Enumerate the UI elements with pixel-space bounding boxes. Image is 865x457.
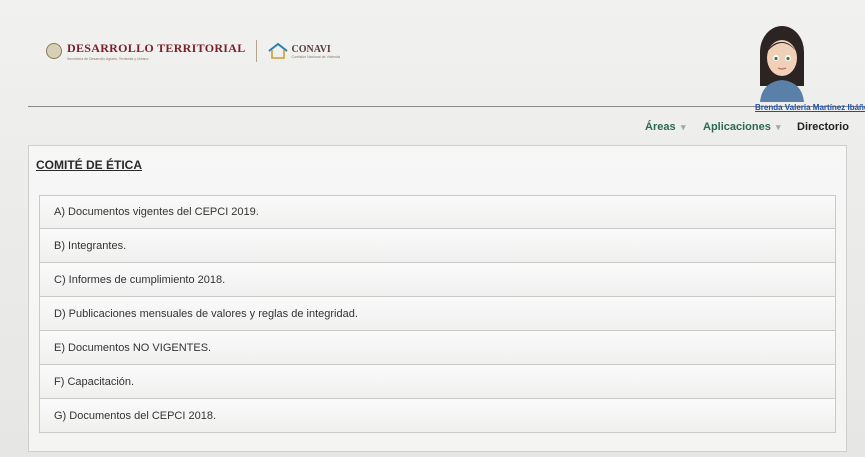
brand-text: DESARROLLO TERRITORIAL Secretaría de Des…: [67, 41, 246, 61]
brand-title: DESARROLLO TERRITORIAL: [67, 41, 246, 55]
chevron-down-icon[interactable]: ▾: [776, 122, 781, 133]
ethics-committee-panel: COMITÉ DE ÉTICA A) Documentos vigentes d…: [28, 145, 847, 452]
nav-areas[interactable]: Áreas: [645, 121, 676, 133]
list-item[interactable]: D) Publicaciones mensuales de valores y …: [39, 297, 836, 331]
brand-subtitle: Secretaría de Desarrollo Agrario, Territ…: [67, 57, 149, 61]
list-item[interactable]: C) Informes de cumplimiento 2018.: [39, 263, 836, 297]
user-avatar[interactable]: [750, 22, 814, 102]
page-header: DESARROLLO TERRITORIAL Secretaría de Des…: [28, 10, 865, 112]
brand-logo[interactable]: DESARROLLO TERRITORIAL Secretaría de Des…: [46, 40, 340, 62]
nav-applications[interactable]: Aplicaciones: [703, 121, 771, 133]
list-item[interactable]: B) Integrantes.: [39, 229, 836, 263]
document-list: A) Documentos vigentes del CEPCI 2019. B…: [39, 195, 836, 433]
panel-title[interactable]: COMITÉ DE ÉTICA: [36, 158, 142, 172]
house-icon: [267, 42, 288, 59]
list-item[interactable]: G) Documentos del CEPCI 2018.: [39, 399, 836, 433]
conavi-subtitle: Comisión Nacional de Vivienda: [291, 54, 340, 59]
user-name-link[interactable]: Brenda Valeria Martínez Ibáñez: [755, 103, 865, 112]
logo-divider: [255, 40, 257, 62]
government-seal-icon: [46, 43, 62, 59]
nav-directory[interactable]: Directorio: [797, 121, 849, 133]
top-nav: Áreas ▾ Aplicaciones ▾ Directorio: [0, 121, 865, 137]
list-item[interactable]: F) Capacitación.: [39, 365, 836, 399]
list-item[interactable]: A) Documentos vigentes del CEPCI 2019.: [39, 195, 836, 229]
conavi-logo: CONAVI Comisión Nacional de Vivienda: [292, 44, 340, 59]
conavi-title: CONAVI: [291, 43, 331, 55]
chevron-down-icon[interactable]: ▾: [681, 122, 686, 133]
list-item[interactable]: E) Documentos NO VIGENTES.: [39, 331, 836, 365]
